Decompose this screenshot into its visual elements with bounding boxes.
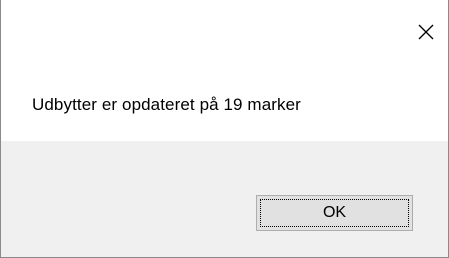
dialog-footer: OK	[1, 141, 448, 257]
close-button[interactable]	[404, 14, 448, 50]
dialog-content: Udbytter er opdateret på 19 marker	[1, 62, 448, 141]
dialog-message: Udbytter er opdateret på 19 marker	[32, 95, 301, 114]
title-bar	[1, 0, 448, 62]
ok-button[interactable]: OK	[256, 195, 413, 231]
ok-button-label: OK	[322, 204, 347, 221]
close-icon	[418, 24, 434, 40]
message-dialog: Udbytter er opdateret på 19 marker OK	[0, 0, 449, 258]
